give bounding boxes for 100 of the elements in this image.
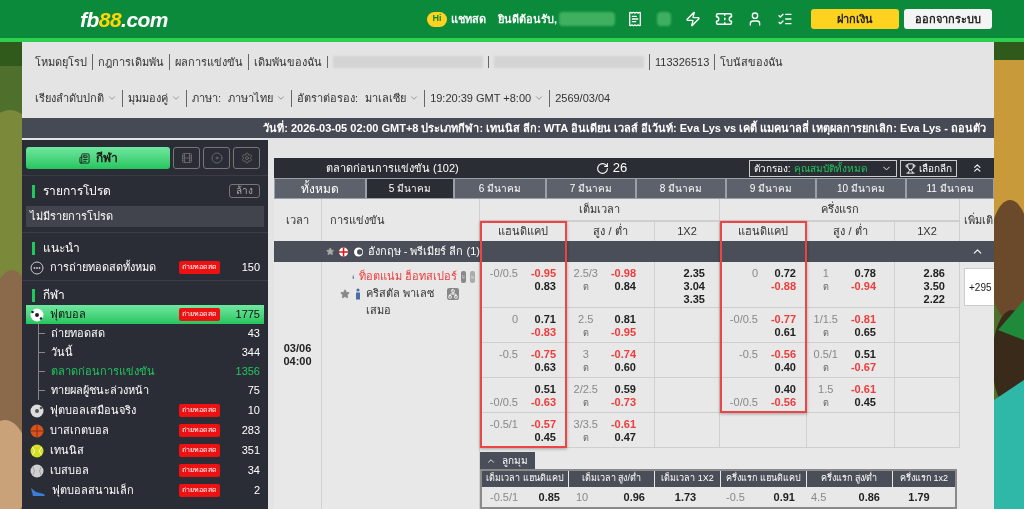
odds-value[interactable]: 1.73	[674, 488, 697, 506]
odds-value[interactable]: 0.83	[534, 280, 556, 292]
baseball-icon	[30, 463, 44, 478]
corners-column-header: ครึ่งแรก 1x2	[893, 471, 955, 487]
date-tab[interactable]: 9 มีนาคม	[726, 178, 816, 199]
match-time: 04:00	[283, 355, 312, 368]
settings-dropdown[interactable]: ภาษา: ภาษาไทย	[186, 90, 292, 107]
odds-value[interactable]: 0.59	[614, 383, 636, 395]
odds-value[interactable]: 3.04	[683, 280, 705, 293]
away-team-name[interactable]: คริสตัล พาเลซ	[366, 285, 443, 302]
odds-value[interactable]: 0.51	[854, 348, 876, 360]
odds-value[interactable]: 3.50	[923, 280, 945, 293]
odds-value[interactable]: 2.35	[683, 267, 705, 280]
odds-value[interactable]: 0.72	[774, 267, 796, 279]
odds-value[interactable]: 2.22	[923, 293, 945, 306]
handicap-line: 10	[576, 489, 589, 505]
logo[interactable]: fb88.com	[80, 8, 168, 30]
film-tab[interactable]	[173, 147, 200, 169]
odds-value[interactable]: 0.86	[858, 488, 880, 506]
date-tab[interactable]: 8 มีนาคม	[636, 178, 726, 199]
period-header: ครึ่งแรก	[720, 199, 960, 221]
receipt-icon[interactable]	[627, 11, 643, 27]
favorite-star-icon[interactable]	[340, 288, 350, 299]
odds-value[interactable]: 0.61	[774, 326, 796, 338]
user-icon[interactable]	[747, 11, 763, 27]
date-tab[interactable]: 11 มีนาคม	[906, 178, 994, 199]
section-title: กีฬา	[43, 287, 65, 304]
blurred-username	[559, 12, 615, 26]
clear-button[interactable]: ล้าง	[229, 184, 260, 198]
corners-toggle[interactable]: ลูกมุม	[480, 452, 535, 469]
subcategory-item[interactable]: วันนี้ 344	[45, 344, 264, 361]
odds-value[interactable]: 0.45	[854, 396, 876, 408]
odds-value[interactable]: 0.60	[614, 361, 636, 373]
refresh-icon[interactable]	[595, 161, 609, 175]
period-header: เต็มเวลา	[480, 199, 720, 221]
odds-value[interactable]: 0.63	[534, 361, 556, 373]
menu-link[interactable]: กฎการเดิมพัน	[98, 53, 164, 70]
menu-link[interactable]: 113326513	[655, 53, 710, 70]
menu-link[interactable]: โบนัสของฉัน	[720, 53, 784, 70]
odds-value[interactable]: 0.40	[774, 361, 796, 373]
favorite-star-icon[interactable]	[326, 246, 335, 257]
odds-value[interactable]: 2.86	[923, 267, 945, 280]
subcategory-item[interactable]: ทายผลผู้ชนะล่วงหน้า 75	[45, 382, 264, 399]
odds-value[interactable]: 0.65	[854, 326, 876, 338]
blurred-icon	[657, 12, 671, 26]
date-tab[interactable]: 10 มีนาคม	[816, 178, 906, 199]
corners-column-header: เต็มเวลา แฮนดิแคป	[482, 471, 568, 487]
odds-value[interactable]: 0.51	[534, 383, 556, 395]
ticket-icon[interactable]	[715, 10, 733, 28]
odds-value[interactable]: 0.40	[774, 383, 796, 395]
odds-value[interactable]: 0.81	[614, 313, 636, 325]
filter-dropdown[interactable]: ตัวกรอง: คุณสมบัติทั้งหมด	[748, 159, 898, 177]
draw-label: เสมอ	[366, 304, 391, 316]
menu-link[interactable]: โหมดยุโรป	[35, 53, 87, 70]
date-tab[interactable]: 6 มีนาคม	[454, 178, 546, 199]
date-tab[interactable]: 7 มีนาคม	[546, 178, 636, 199]
odds-value[interactable]: 0.78	[854, 267, 876, 279]
odds-value[interactable]: 1.79	[908, 488, 930, 506]
collapse-all-icon[interactable]	[971, 161, 984, 175]
date-tab[interactable]: ทั้งหมด	[274, 178, 366, 199]
disc-tab[interactable]	[203, 147, 230, 169]
settings-tab[interactable]	[233, 147, 260, 169]
handicap-line: -0.5	[499, 348, 518, 360]
settings-dropdown[interactable]: เรียงลำดับปกติ	[30, 90, 122, 107]
settings-dropdown[interactable]: อัตราต่อรอง: มาเลเซีย	[291, 90, 425, 107]
checklist-icon[interactable]	[777, 11, 793, 27]
total-line: 0.5/1	[813, 348, 838, 360]
logout-button[interactable]: ออกจากระบบ	[904, 9, 992, 29]
odds-value[interactable]: 0.45	[534, 431, 556, 443]
section-title: รายการโปรด	[43, 183, 111, 200]
menu-link[interactable]: เดิมพันของฉัน	[254, 53, 322, 70]
settings-dropdown[interactable]: 2569/03/04	[549, 90, 616, 107]
live-circle-icon	[30, 260, 44, 275]
subcategory-item[interactable]: ตลาดก่อนการแข่งขัน 1356	[45, 363, 264, 380]
sports-tab[interactable]: กีฬา	[26, 147, 170, 169]
total-line: 1.5	[818, 383, 834, 395]
odds-value[interactable]: 0.96	[623, 488, 645, 506]
lightning-icon[interactable]	[685, 11, 701, 27]
under-label: ต	[822, 282, 829, 292]
under-label: ต	[822, 363, 829, 373]
odds-value[interactable]: 0.47	[614, 431, 636, 443]
live-chat-link[interactable]: แชทสด	[450, 10, 486, 28]
lineup-icon[interactable]	[447, 287, 459, 300]
settings-dropdown[interactable]: 19:20:39 GMT +8:00	[424, 90, 550, 107]
refresh-countdown: 26	[612, 159, 628, 178]
subcategory-item[interactable]: ถ่ายทอดสด 43	[45, 325, 264, 342]
odds-value[interactable]: 3.35	[683, 293, 705, 306]
more-bets-button[interactable]: +295	[964, 268, 994, 306]
date-tab[interactable]: 5 มีนาคม	[366, 178, 454, 199]
menu-link[interactable]: ผลการแข่งขัน	[175, 53, 243, 70]
handicap-line: -0/0.5	[729, 313, 758, 325]
odds-value[interactable]: 0.85	[538, 488, 560, 506]
handicap-line: -0.5/1	[489, 418, 518, 430]
deposit-button[interactable]: ฝากเงิน	[811, 9, 899, 29]
select-league-button[interactable]: เลือกลีก	[900, 159, 958, 177]
odds-value[interactable]: 0.71	[534, 313, 556, 325]
odds-value[interactable]: 0.84	[614, 280, 636, 292]
odds-value[interactable]: 0.91	[773, 488, 795, 506]
england-flag-icon	[339, 245, 349, 258]
settings-dropdown[interactable]: มุมมองคู่	[122, 90, 186, 107]
